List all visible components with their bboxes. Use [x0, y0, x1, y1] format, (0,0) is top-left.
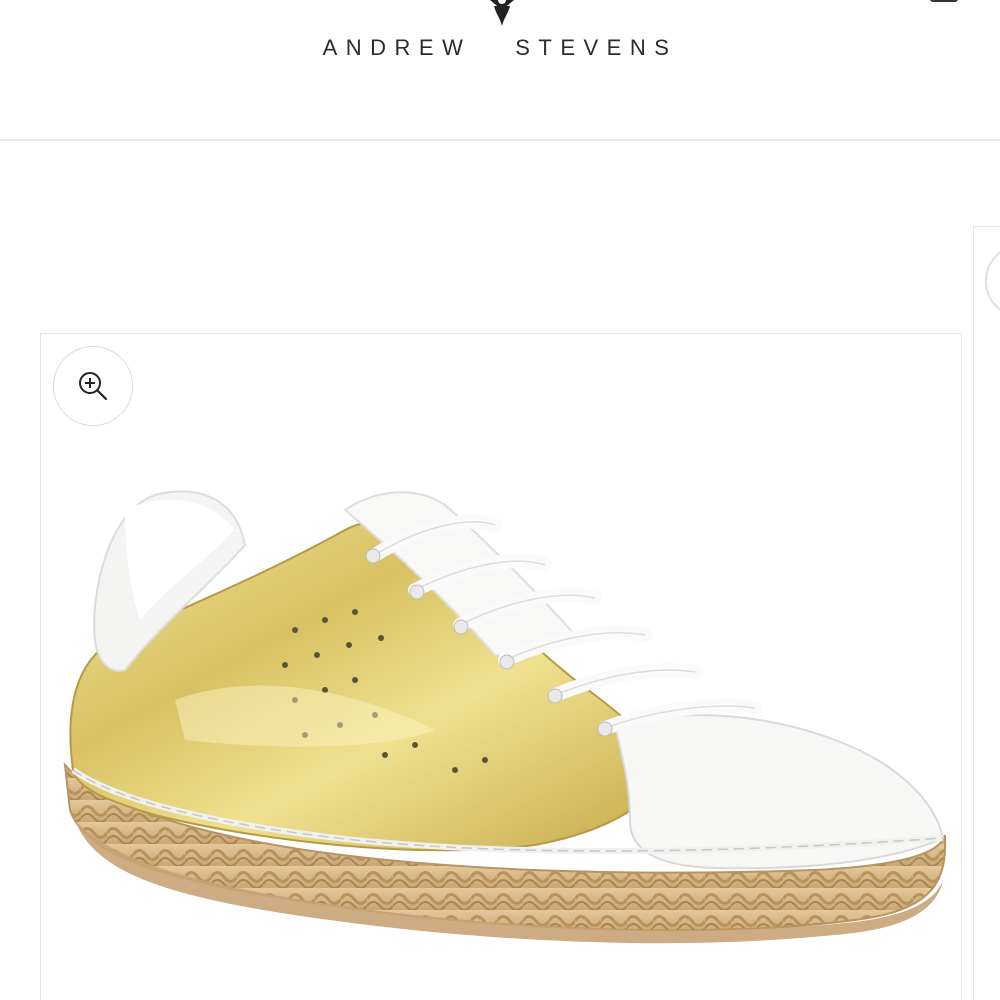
- header-divider: [0, 139, 1000, 141]
- site-header: ANDREW STEVENS: [0, 0, 1000, 140]
- next-product-card[interactable]: [973, 226, 1000, 1000]
- bag-icon[interactable]: [930, 0, 958, 2]
- zoom-button[interactable]: [53, 346, 133, 426]
- product-image[interactable]: [55, 470, 955, 950]
- brand-name[interactable]: ANDREW STEVENS: [0, 35, 1000, 61]
- fleur-de-lis-logo[interactable]: [430, 0, 575, 32]
- zoom-in-icon: [79, 372, 108, 401]
- product-page: ANDREW STEVENS: [0, 0, 1000, 1000]
